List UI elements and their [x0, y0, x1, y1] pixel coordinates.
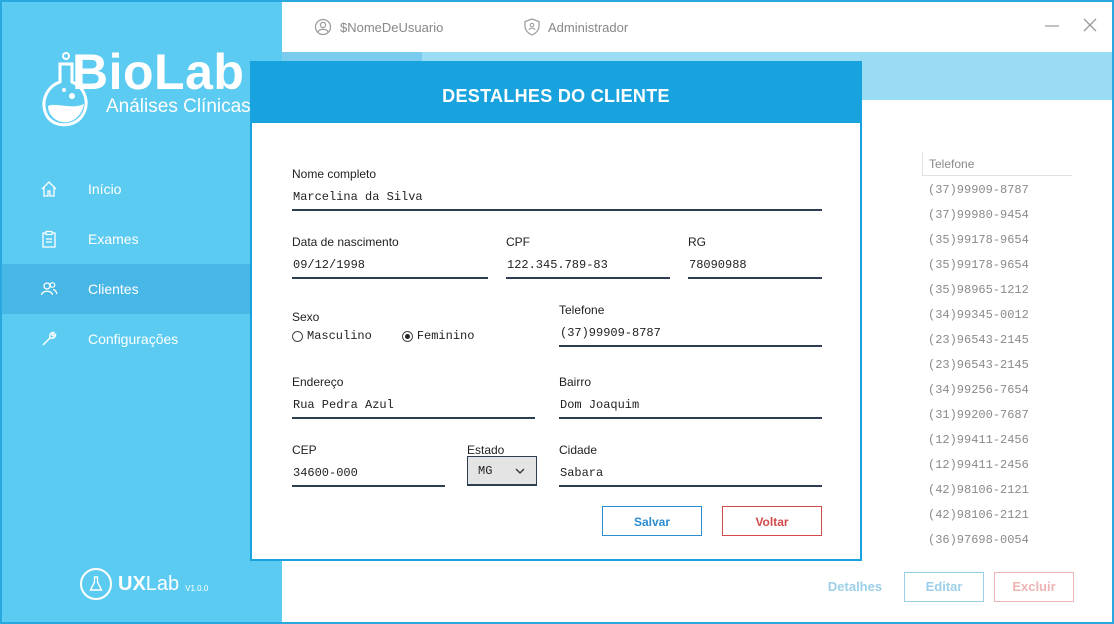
table-row[interactable]: (34)99256-7654 [928, 380, 1029, 405]
table-row[interactable]: (36)97698-0054 [928, 530, 1029, 555]
nome-input[interactable]: Marcelina da Silva [292, 188, 822, 211]
bairro-label: Bairro [559, 375, 592, 389]
endereco-label: Endereço [292, 375, 344, 389]
nascimento-label: Data de nascimento [292, 235, 399, 249]
table-row[interactable]: (42)98106-2121 [928, 505, 1029, 530]
table-actions: Detalhes Editar Excluir [282, 572, 1112, 604]
table-row[interactable]: (42)98106-2121 [928, 480, 1029, 505]
app-logo: BioLab Análises Clínicas [42, 44, 262, 127]
radio-masculino[interactable] [292, 330, 303, 342]
client-details-dialog: DESTALHES DO CLIENTE Nome completo Marce… [250, 61, 862, 561]
app-version: V1.0.0 [185, 583, 209, 593]
cidade-label: Cidade [559, 443, 598, 457]
delete-button[interactable]: Excluir [994, 572, 1074, 602]
endereco-input[interactable]: Rua Pedra Azul [292, 396, 535, 419]
cpf-field: CPF 122.345.789-83 [506, 234, 670, 279]
users-icon [40, 280, 58, 298]
wrench-icon [40, 330, 58, 348]
telefone-field: Telefone (37)99909-8787 [559, 302, 822, 347]
cpf-label: CPF [506, 235, 530, 249]
sexo-field: Sexo Masculino Feminino [292, 309, 474, 343]
table-row[interactable]: (23)96543-2145 [928, 355, 1029, 380]
bairro-input[interactable]: Dom Joaquim [559, 396, 822, 419]
table-row[interactable]: (12)99411-2456 [928, 455, 1029, 480]
role-info: Administrador [524, 18, 628, 36]
nascimento-field: Data de nascimento 09/12/1998 [292, 234, 488, 279]
telefone-label: Telefone [559, 303, 605, 317]
sexo-label: Sexo [292, 310, 320, 324]
user-icon [314, 18, 332, 36]
save-button[interactable]: Salvar [602, 506, 702, 536]
phone-column: (37)99909-8787 (37)99980-9454 (35)99178-… [928, 180, 1029, 555]
chevron-down-icon [515, 468, 525, 474]
sidebar-item-label: Início [88, 181, 122, 197]
estado-selected-value: MG [478, 464, 493, 478]
dialog-title: DESTALHES DO CLIENTE [252, 63, 860, 123]
cpf-input[interactable]: 122.345.789-83 [506, 256, 670, 279]
close-icon[interactable] [1082, 14, 1098, 34]
sidebar: BioLab Análises Clínicas Início Exames C… [2, 2, 282, 622]
cep-field: CEP 34600-000 [292, 442, 445, 487]
sidebar-item-exames[interactable]: Exames [2, 214, 282, 264]
logo-title: BioLab [72, 44, 245, 100]
shield-icon [524, 18, 540, 36]
nome-field: Nome completo Marcelina da Silva [292, 166, 822, 211]
details-button[interactable]: Detalhes [818, 572, 892, 602]
uxlab-brand: UXLab V1.0.0 [80, 568, 208, 600]
telefone-input[interactable]: (37)99909-8787 [559, 324, 822, 347]
top-bar: $NomeDeUsuario Administrador [282, 2, 1112, 52]
nascimento-input[interactable]: 09/12/1998 [292, 256, 488, 279]
bairro-field: Bairro Dom Joaquim [559, 374, 822, 419]
table-row[interactable]: (37)99980-9454 [928, 205, 1029, 230]
user-role: Administrador [548, 19, 629, 35]
rg-input[interactable]: 78090988 [688, 256, 822, 279]
table-row[interactable]: (31)99200-7687 [928, 405, 1029, 430]
table-row[interactable]: (35)99178-9654 [928, 230, 1029, 255]
radio-masculino-label[interactable]: Masculino [307, 329, 372, 343]
edit-button[interactable]: Editar [904, 572, 984, 602]
uxlab-brand-text: Lab [145, 572, 180, 595]
table-row[interactable]: (35)98965-1212 [928, 280, 1029, 305]
logo-subtitle: Análises Clínicas [106, 96, 251, 117]
home-icon [40, 180, 58, 198]
sidebar-item-clientes[interactable]: Clientes [2, 264, 282, 314]
back-button[interactable]: Voltar [722, 506, 822, 536]
user-info: $NomeDeUsuario [314, 18, 443, 36]
table-row[interactable]: (37)99909-8787 [928, 180, 1029, 205]
sidebar-item-configuracoes[interactable]: Configurações [2, 314, 282, 364]
rg-label: RG [688, 235, 706, 249]
radio-feminino-label[interactable]: Feminino [417, 329, 475, 343]
sidebar-item-label: Configurações [88, 331, 179, 347]
column-header-telefone[interactable]: Telefone [922, 152, 1072, 176]
cidade-field: Cidade Sabara [559, 442, 822, 487]
uxlab-brand-bold: UX [118, 572, 146, 595]
sidebar-nav: Início Exames Clientes Configurações [2, 164, 282, 364]
estado-select[interactable]: MG [467, 456, 537, 486]
table-row[interactable]: (35)99178-9654 [928, 255, 1029, 280]
cidade-input[interactable]: Sabara [559, 464, 822, 487]
sidebar-item-label: Exames [88, 231, 139, 247]
radio-feminino[interactable] [401, 330, 413, 342]
table-row[interactable]: (34)99345-0012 [928, 305, 1029, 330]
endereco-field: Endereço Rua Pedra Azul [292, 374, 535, 419]
nome-label: Nome completo [292, 167, 377, 181]
table-row[interactable]: (12)99411-2456 [928, 430, 1029, 455]
cep-label: CEP [292, 443, 317, 457]
table-row[interactable]: (23)96543-2145 [928, 330, 1029, 355]
sidebar-item-label: Clientes [88, 281, 139, 297]
username: $NomeDeUsuario [340, 19, 444, 35]
sidebar-item-inicio[interactable]: Início [2, 164, 282, 214]
clipboard-icon [40, 230, 58, 248]
rg-field: RG 78090988 [688, 234, 822, 279]
cep-input[interactable]: 34600-000 [292, 464, 445, 487]
flask-icon [80, 568, 112, 600]
minimize-icon[interactable] [1044, 14, 1060, 34]
